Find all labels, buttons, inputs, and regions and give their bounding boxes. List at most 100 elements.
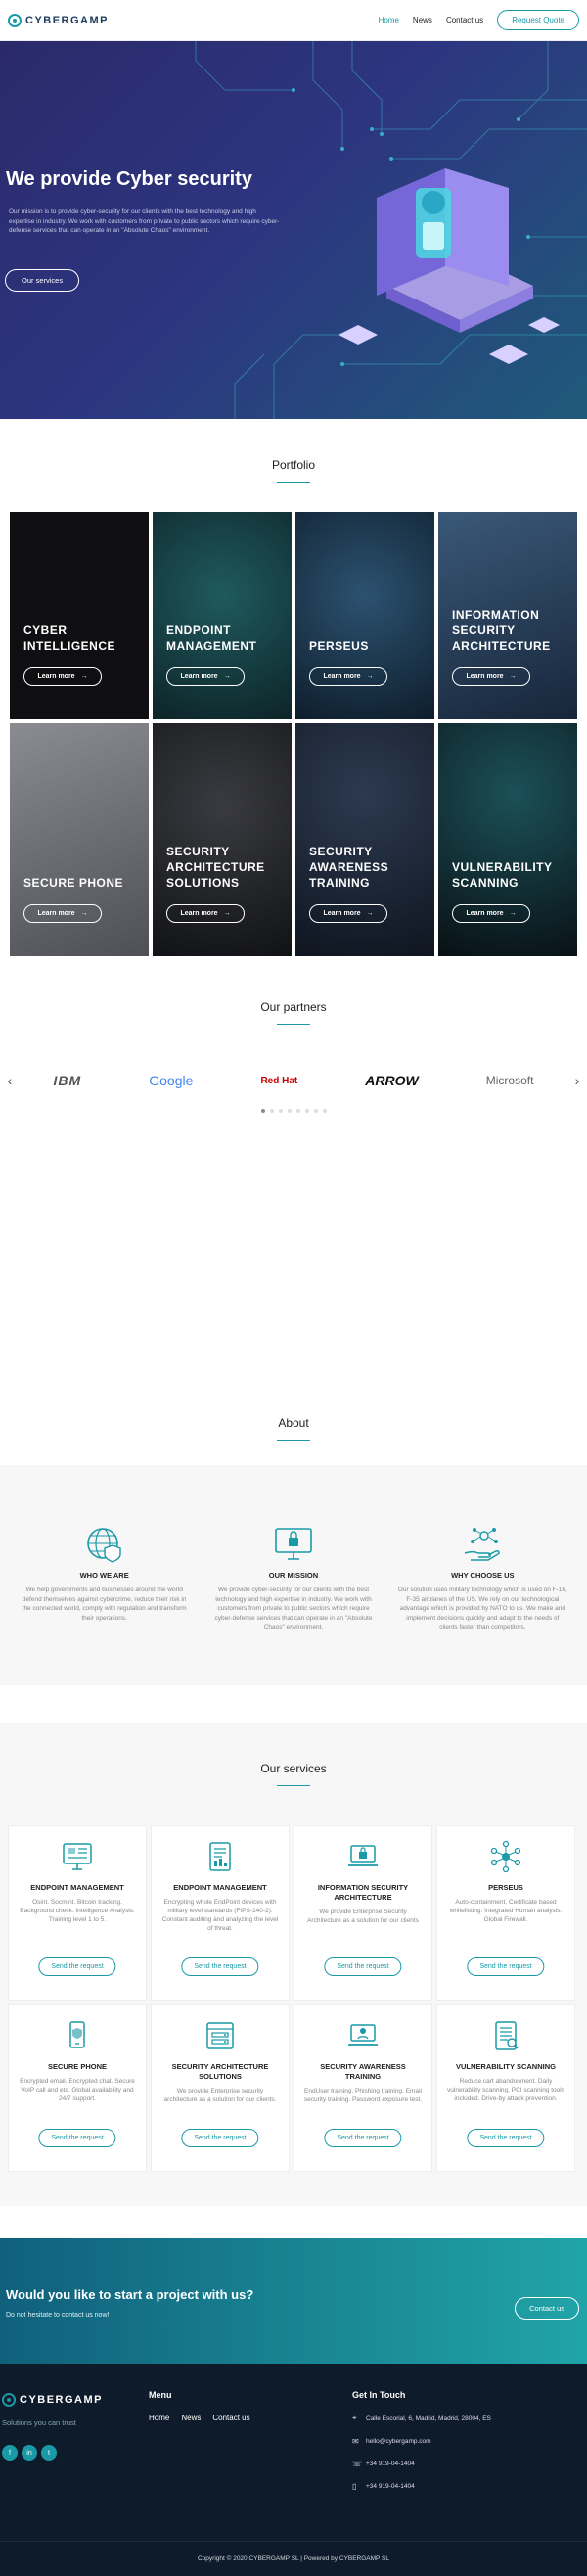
portfolio-card-cyber-intelligence[interactable]: CYBER INTELLIGENCE Learn more → xyxy=(10,512,149,719)
footer-contact: Get In Touch ⌖ Calle Escorial, 6, Madrid,… xyxy=(352,2390,491,2491)
carousel-prev-icon[interactable]: ‹ xyxy=(0,1073,20,1088)
hand-network-icon xyxy=(397,1524,568,1563)
service-text: We provide Enterprise security architect… xyxy=(163,2088,277,2103)
cta-banner: Would you like to start a project with u… xyxy=(0,2238,587,2364)
portfolio-card-secure-phone[interactable]: SECURE PHONE Learn more → xyxy=(10,723,149,956)
top-navbar: CYBERGAMP Home News Contact us Request Q… xyxy=(0,0,587,41)
send-request-button[interactable]: Send the request xyxy=(181,2129,259,2147)
service-title: INFORMATION SECURITY ARCHITECTURE xyxy=(317,1883,409,1902)
title-divider xyxy=(277,1785,310,1786)
partners-section: Our partners ‹ IBM Google Red Hat ARROW … xyxy=(0,956,587,1113)
send-request-button[interactable]: Send the request xyxy=(467,1957,545,1976)
partner-logo-google: Google xyxy=(149,1073,194,1088)
contact-us-button[interactable]: Contact us xyxy=(515,2297,579,2320)
request-quote-button[interactable]: Request Quote xyxy=(497,10,579,30)
about-columns: WHO WE ARE We help governments and busin… xyxy=(0,1465,587,1633)
nav-home[interactable]: Home xyxy=(379,16,399,24)
carousel-next-icon[interactable]: › xyxy=(567,1073,587,1088)
learn-more-button[interactable]: Learn more → xyxy=(166,904,245,923)
carousel-dot[interactable] xyxy=(287,1109,292,1113)
portfolio-card-perseus[interactable]: PERSEUS Learn more → xyxy=(295,512,434,719)
cta-subtitle: Do not hesitate to contact us now! xyxy=(6,2312,110,2319)
portfolio-card-title: VULNERABILITY SCANNING xyxy=(452,860,553,890)
service-title: VULNERABILITY SCANNING xyxy=(456,2062,556,2071)
about-col-title: WHO WE ARE xyxy=(79,1571,129,1580)
footer-contact-title: Get In Touch xyxy=(352,2390,406,2400)
footer-link-contact[interactable]: Contact us xyxy=(212,2414,249,2422)
learn-more-button[interactable]: Learn more → xyxy=(23,667,102,686)
service-title: ENDPOINT MANAGEMENT xyxy=(173,1883,267,1892)
linkedin-icon[interactable]: in xyxy=(22,2445,37,2461)
footer-divider xyxy=(0,2541,587,2542)
portfolio-card-title: SECURITY ARCHITECTURE SOLUTIONS xyxy=(166,845,265,890)
portfolio-section: Portfolio CYBER INTELLIGENCE Learn more →… xyxy=(0,419,587,956)
footer-link-home[interactable]: Home xyxy=(149,2414,169,2422)
learn-more-button[interactable]: Learn more → xyxy=(309,904,387,923)
carousel-dot[interactable] xyxy=(322,1109,327,1113)
portfolio-card-security-architecture-solutions[interactable]: SECURITY ARCHITECTURE SOLUTIONS Learn mo… xyxy=(153,723,292,956)
carousel-dot[interactable] xyxy=(260,1109,265,1113)
footer-email[interactable]: ✉ hello@cybergamp.com xyxy=(352,2437,491,2446)
title-divider xyxy=(277,1440,310,1441)
facebook-icon[interactable]: f xyxy=(2,2445,18,2461)
service-card: ENDPOINT MANAGEMENT Encrypting whole End… xyxy=(151,1825,290,2001)
learn-more-button[interactable]: Learn more → xyxy=(452,667,530,686)
logo[interactable]: CYBERGAMP xyxy=(8,13,109,27)
about-col-title: WHY CHOOSE US xyxy=(451,1571,515,1580)
carousel-dot[interactable] xyxy=(269,1109,274,1113)
logo-icon xyxy=(2,2393,16,2407)
send-request-button[interactable]: Send the request xyxy=(38,2129,116,2147)
portfolio-card-endpoint-management[interactable]: ENDPOINT MANAGEMENT Learn more → xyxy=(153,512,292,719)
carousel-dot[interactable] xyxy=(313,1109,318,1113)
learn-more-button[interactable]: Learn more → xyxy=(309,667,387,686)
our-services-button[interactable]: Our services xyxy=(5,269,80,292)
document-chart-icon xyxy=(159,1838,281,1875)
send-request-button[interactable]: Send the request xyxy=(324,1957,402,1976)
learn-more-button[interactable]: Learn more → xyxy=(166,667,245,686)
partners-title: Our partners xyxy=(260,1000,327,1014)
send-request-button[interactable]: Send the request xyxy=(38,1957,116,1976)
send-request-button[interactable]: Send the request xyxy=(181,1957,259,1976)
carousel-dot[interactable] xyxy=(295,1109,300,1113)
mobile-icon: ▯ xyxy=(352,2482,357,2491)
phone-text: +34 919-04-1404 xyxy=(366,2483,415,2490)
learn-more-button[interactable]: Learn more → xyxy=(452,904,530,923)
footer-menu-title: Menu xyxy=(149,2390,172,2400)
portfolio-card-title: SECURE PHONE xyxy=(23,876,124,890)
hero-title: We provide Cyber security xyxy=(6,168,252,190)
carousel-dot[interactable] xyxy=(278,1109,283,1113)
service-text: Osint. Socmint. Bitcoin tracking. Backgr… xyxy=(20,1899,135,1923)
twitter-icon[interactable]: t xyxy=(41,2445,57,2461)
footer-menu: Menu Home News Contact us xyxy=(149,2390,250,2422)
service-card: SECURE PHONE Encrypted email. Encrypted … xyxy=(8,2004,147,2172)
nav-news[interactable]: News xyxy=(413,16,432,24)
logo-text: CYBERGAMP xyxy=(20,2394,104,2406)
portfolio-card-information-security-architecture[interactable]: INFORMATION SECURITY ARCHITECTURE Learn … xyxy=(438,512,577,719)
services-section: Our services ENDPOINT MANAGEMENT Osint. … xyxy=(0,1723,587,2206)
nav-contact[interactable]: Contact us xyxy=(446,16,483,24)
portfolio-card-vulnerability-scanning[interactable]: VULNERABILITY SCANNING Learn more → xyxy=(438,723,577,956)
footer-mobile[interactable]: ▯ +34 919-04-1404 xyxy=(352,2482,491,2491)
about-title: About xyxy=(278,1416,309,1430)
address-text: Calle Escorial, 6, Madrid, Madrid, 28004… xyxy=(366,2415,491,2422)
phone-shield-icon xyxy=(17,2017,138,2054)
footer-logo[interactable]: CYBERGAMP xyxy=(2,2393,103,2407)
service-title: PERSEUS xyxy=(488,1883,523,1892)
send-request-button[interactable]: Send the request xyxy=(467,2129,545,2147)
learn-more-button[interactable]: Learn more → xyxy=(23,904,102,923)
portfolio-card-security-awareness-training[interactable]: SECURITY AWARENESS TRAINING Learn more → xyxy=(295,723,434,956)
main-nav: Home News Contact us Request Quote xyxy=(379,10,579,30)
service-text: Encrypted email. Encrypted chat. Secure … xyxy=(20,2078,135,2102)
about-col-text: Our solution uses military technology wh… xyxy=(397,1587,567,1631)
footer-link-news[interactable]: News xyxy=(181,2414,201,2422)
portfolio-card-title: SECURITY AWARENESS TRAINING xyxy=(309,845,389,890)
send-request-button[interactable]: Send the request xyxy=(324,2129,402,2147)
phone-icon: ☏ xyxy=(352,2460,363,2468)
scan-document-icon xyxy=(445,2017,566,2054)
service-card: INFORMATION SECURITY ARCHITECTURE We pro… xyxy=(294,1825,432,2001)
footer-phone[interactable]: ☏ +34 919-04-1404 xyxy=(352,2460,491,2468)
footer-menu-links: Home News Contact us xyxy=(149,2414,250,2422)
social-links: f in t xyxy=(2,2445,103,2461)
mail-icon: ✉ xyxy=(352,2437,359,2446)
carousel-dot[interactable] xyxy=(304,1109,309,1113)
